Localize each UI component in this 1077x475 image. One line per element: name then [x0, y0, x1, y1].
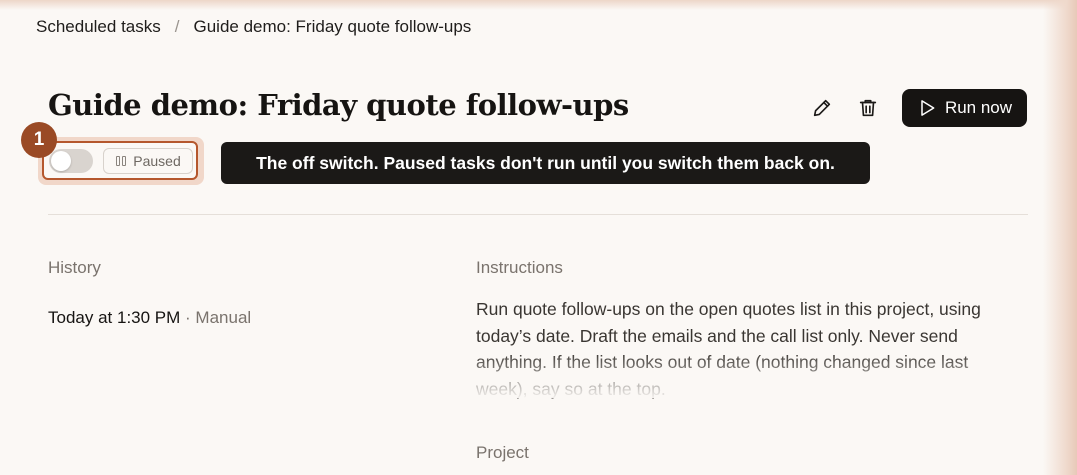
- breadcrumb-parent-link[interactable]: Scheduled tasks: [36, 17, 161, 37]
- right-edge-shadow: [1043, 0, 1077, 475]
- breadcrumb-separator: /: [174, 17, 180, 36]
- enable-toggle[interactable]: [49, 149, 93, 173]
- pencil-icon: [813, 99, 831, 117]
- top-edge-shadow: [0, 0, 1077, 10]
- breadcrumb: Scheduled tasks / Guide demo: Friday quo…: [36, 17, 471, 37]
- guide-step-badge: 1: [21, 122, 57, 158]
- history-entry-separator: ·: [180, 308, 196, 327]
- project-label: Project: [476, 443, 529, 462]
- page-title: Guide demo: Friday quote follow-ups: [48, 88, 629, 122]
- run-now-label: Run now: [944, 98, 1013, 117]
- history-label: History: [48, 258, 101, 277]
- pause-icon: [116, 156, 127, 166]
- toggle-knob: [51, 151, 71, 171]
- status-badge: Paused: [103, 148, 193, 174]
- edit-button[interactable]: [807, 93, 837, 123]
- play-icon: [921, 100, 935, 116]
- history-entry-time: Today at 1:30 PM: [48, 308, 181, 327]
- run-now-button[interactable]: Run now: [902, 89, 1027, 127]
- guide-tooltip: The off switch. Paused tasks don't run u…: [221, 142, 870, 184]
- breadcrumb-current: Guide demo: Friday quote follow-ups: [193, 17, 472, 36]
- history-entry[interactable]: Today at 1:30 PM · Manual: [48, 308, 251, 328]
- status-label: Paused: [133, 153, 181, 169]
- instructions-label: Instructions: [476, 258, 563, 277]
- section-divider: [48, 214, 1028, 215]
- instructions-text: Run quote follow-ups on the open quotes …: [476, 299, 981, 399]
- delete-button[interactable]: [853, 93, 883, 123]
- history-entry-trigger: Manual: [195, 308, 252, 327]
- trash-icon: [859, 99, 877, 117]
